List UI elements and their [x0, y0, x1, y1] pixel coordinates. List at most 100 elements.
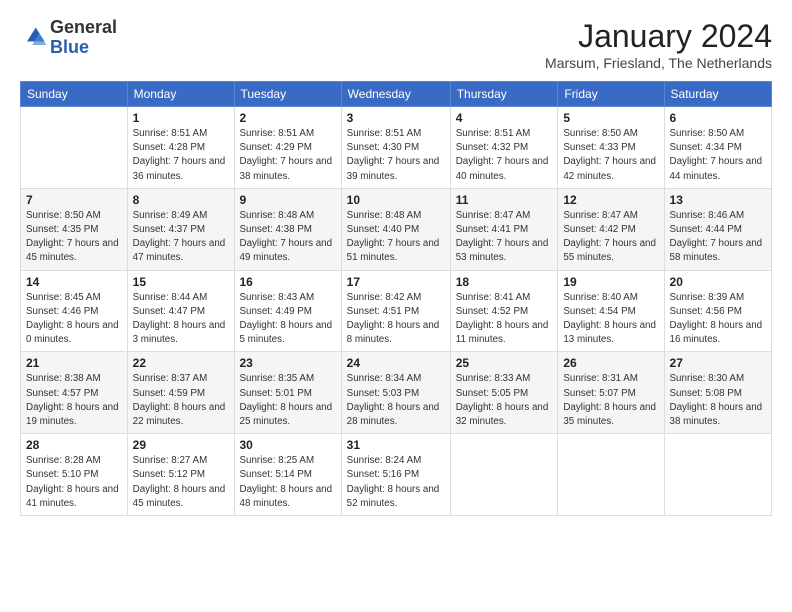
day-number: 24 — [347, 356, 445, 370]
calendar-table: Sunday Monday Tuesday Wednesday Thursday… — [20, 81, 772, 516]
day-number: 13 — [670, 193, 766, 207]
day-info: Sunrise: 8:35 AMSunset: 5:01 PMDaylight:… — [240, 372, 336, 429]
day-info: Sunrise: 8:38 AMSunset: 4:57 PMDaylight:… — [26, 372, 122, 429]
calendar-cell: 21 Sunrise: 8:38 AMSunset: 4:57 PMDaylig… — [21, 352, 128, 434]
day-number: 31 — [347, 438, 445, 452]
th-saturday: Saturday — [664, 82, 771, 107]
calendar-cell: 12 Sunrise: 8:47 AMSunset: 4:42 PMDaylig… — [558, 188, 664, 270]
week-row-3: 14 Sunrise: 8:45 AMSunset: 4:46 PMDaylig… — [21, 270, 772, 352]
calendar-cell: 6 Sunrise: 8:50 AMSunset: 4:34 PMDayligh… — [664, 107, 771, 189]
calendar-cell: 4 Sunrise: 8:51 AMSunset: 4:32 PMDayligh… — [450, 107, 558, 189]
calendar-cell: 31 Sunrise: 8:24 AMSunset: 5:16 PMDaylig… — [341, 434, 450, 516]
day-info: Sunrise: 8:47 AMSunset: 4:41 PMDaylight:… — [456, 209, 553, 266]
calendar-cell — [664, 434, 771, 516]
day-info: Sunrise: 8:33 AMSunset: 5:05 PMDaylight:… — [456, 372, 553, 429]
day-number: 12 — [563, 193, 658, 207]
day-info: Sunrise: 8:51 AMSunset: 4:29 PMDaylight:… — [240, 127, 336, 184]
day-info: Sunrise: 8:31 AMSunset: 5:07 PMDaylight:… — [563, 372, 658, 429]
th-tuesday: Tuesday — [234, 82, 341, 107]
day-number: 23 — [240, 356, 336, 370]
day-number: 11 — [456, 193, 553, 207]
calendar-cell: 7 Sunrise: 8:50 AMSunset: 4:35 PMDayligh… — [21, 188, 128, 270]
calendar-cell: 25 Sunrise: 8:33 AMSunset: 5:05 PMDaylig… — [450, 352, 558, 434]
day-number: 17 — [347, 275, 445, 289]
day-number: 18 — [456, 275, 553, 289]
day-info: Sunrise: 8:25 AMSunset: 5:14 PMDaylight:… — [240, 454, 336, 511]
location-subtitle: Marsum, Friesland, The Netherlands — [545, 55, 772, 71]
calendar-cell: 14 Sunrise: 8:45 AMSunset: 4:46 PMDaylig… — [21, 270, 128, 352]
day-info: Sunrise: 8:51 AMSunset: 4:30 PMDaylight:… — [347, 127, 445, 184]
day-number: 8 — [133, 193, 229, 207]
week-row-5: 28 Sunrise: 8:28 AMSunset: 5:10 PMDaylig… — [21, 434, 772, 516]
calendar-cell: 20 Sunrise: 8:39 AMSunset: 4:56 PMDaylig… — [664, 270, 771, 352]
day-number: 2 — [240, 111, 336, 125]
day-number: 20 — [670, 275, 766, 289]
day-info: Sunrise: 8:51 AMSunset: 4:28 PMDaylight:… — [133, 127, 229, 184]
calendar-cell: 27 Sunrise: 8:30 AMSunset: 5:08 PMDaylig… — [664, 352, 771, 434]
calendar-cell: 17 Sunrise: 8:42 AMSunset: 4:51 PMDaylig… — [341, 270, 450, 352]
day-number: 10 — [347, 193, 445, 207]
day-info: Sunrise: 8:43 AMSunset: 4:49 PMDaylight:… — [240, 291, 336, 348]
day-number: 3 — [347, 111, 445, 125]
day-number: 19 — [563, 275, 658, 289]
month-title: January 2024 — [545, 18, 772, 55]
calendar-cell: 11 Sunrise: 8:47 AMSunset: 4:41 PMDaylig… — [450, 188, 558, 270]
th-wednesday: Wednesday — [341, 82, 450, 107]
calendar-cell — [558, 434, 664, 516]
day-number: 5 — [563, 111, 658, 125]
day-info: Sunrise: 8:42 AMSunset: 4:51 PMDaylight:… — [347, 291, 445, 348]
calendar-cell: 13 Sunrise: 8:46 AMSunset: 4:44 PMDaylig… — [664, 188, 771, 270]
day-number: 15 — [133, 275, 229, 289]
logo-general: General — [50, 17, 117, 37]
header-row: Sunday Monday Tuesday Wednesday Thursday… — [21, 82, 772, 107]
calendar-cell: 30 Sunrise: 8:25 AMSunset: 5:14 PMDaylig… — [234, 434, 341, 516]
calendar-cell: 18 Sunrise: 8:41 AMSunset: 4:52 PMDaylig… — [450, 270, 558, 352]
logo-text: General Blue — [50, 18, 117, 58]
day-info: Sunrise: 8:46 AMSunset: 4:44 PMDaylight:… — [670, 209, 766, 266]
calendar-cell: 5 Sunrise: 8:50 AMSunset: 4:33 PMDayligh… — [558, 107, 664, 189]
day-info: Sunrise: 8:48 AMSunset: 4:40 PMDaylight:… — [347, 209, 445, 266]
day-info: Sunrise: 8:39 AMSunset: 4:56 PMDaylight:… — [670, 291, 766, 348]
calendar-cell: 16 Sunrise: 8:43 AMSunset: 4:49 PMDaylig… — [234, 270, 341, 352]
calendar-cell: 3 Sunrise: 8:51 AMSunset: 4:30 PMDayligh… — [341, 107, 450, 189]
calendar-cell — [450, 434, 558, 516]
day-info: Sunrise: 8:28 AMSunset: 5:10 PMDaylight:… — [26, 454, 122, 511]
day-number: 25 — [456, 356, 553, 370]
day-number: 26 — [563, 356, 658, 370]
calendar-cell: 26 Sunrise: 8:31 AMSunset: 5:07 PMDaylig… — [558, 352, 664, 434]
th-friday: Friday — [558, 82, 664, 107]
th-thursday: Thursday — [450, 82, 558, 107]
day-info: Sunrise: 8:47 AMSunset: 4:42 PMDaylight:… — [563, 209, 658, 266]
day-info: Sunrise: 8:41 AMSunset: 4:52 PMDaylight:… — [456, 291, 553, 348]
calendar-cell: 23 Sunrise: 8:35 AMSunset: 5:01 PMDaylig… — [234, 352, 341, 434]
page: General Blue January 2024 Marsum, Friesl… — [0, 0, 792, 612]
day-number: 4 — [456, 111, 553, 125]
calendar-cell: 1 Sunrise: 8:51 AMSunset: 4:28 PMDayligh… — [127, 107, 234, 189]
day-number: 28 — [26, 438, 122, 452]
day-number: 14 — [26, 275, 122, 289]
logo-blue: Blue — [50, 37, 89, 57]
day-info: Sunrise: 8:50 AMSunset: 4:35 PMDaylight:… — [26, 209, 122, 266]
header: General Blue January 2024 Marsum, Friesl… — [20, 18, 772, 71]
logo-icon — [20, 24, 48, 52]
calendar-cell: 29 Sunrise: 8:27 AMSunset: 5:12 PMDaylig… — [127, 434, 234, 516]
calendar-cell: 19 Sunrise: 8:40 AMSunset: 4:54 PMDaylig… — [558, 270, 664, 352]
th-sunday: Sunday — [21, 82, 128, 107]
day-number: 21 — [26, 356, 122, 370]
title-block: January 2024 Marsum, Friesland, The Neth… — [545, 18, 772, 71]
calendar-cell: 2 Sunrise: 8:51 AMSunset: 4:29 PMDayligh… — [234, 107, 341, 189]
day-info: Sunrise: 8:50 AMSunset: 4:33 PMDaylight:… — [563, 127, 658, 184]
day-number: 22 — [133, 356, 229, 370]
day-info: Sunrise: 8:34 AMSunset: 5:03 PMDaylight:… — [347, 372, 445, 429]
day-number: 6 — [670, 111, 766, 125]
calendar-cell — [21, 107, 128, 189]
day-number: 27 — [670, 356, 766, 370]
week-row-1: 1 Sunrise: 8:51 AMSunset: 4:28 PMDayligh… — [21, 107, 772, 189]
day-info: Sunrise: 8:37 AMSunset: 4:59 PMDaylight:… — [133, 372, 229, 429]
day-info: Sunrise: 8:49 AMSunset: 4:37 PMDaylight:… — [133, 209, 229, 266]
day-info: Sunrise: 8:45 AMSunset: 4:46 PMDaylight:… — [26, 291, 122, 348]
day-number: 7 — [26, 193, 122, 207]
calendar-cell: 10 Sunrise: 8:48 AMSunset: 4:40 PMDaylig… — [341, 188, 450, 270]
day-number: 1 — [133, 111, 229, 125]
day-info: Sunrise: 8:27 AMSunset: 5:12 PMDaylight:… — [133, 454, 229, 511]
